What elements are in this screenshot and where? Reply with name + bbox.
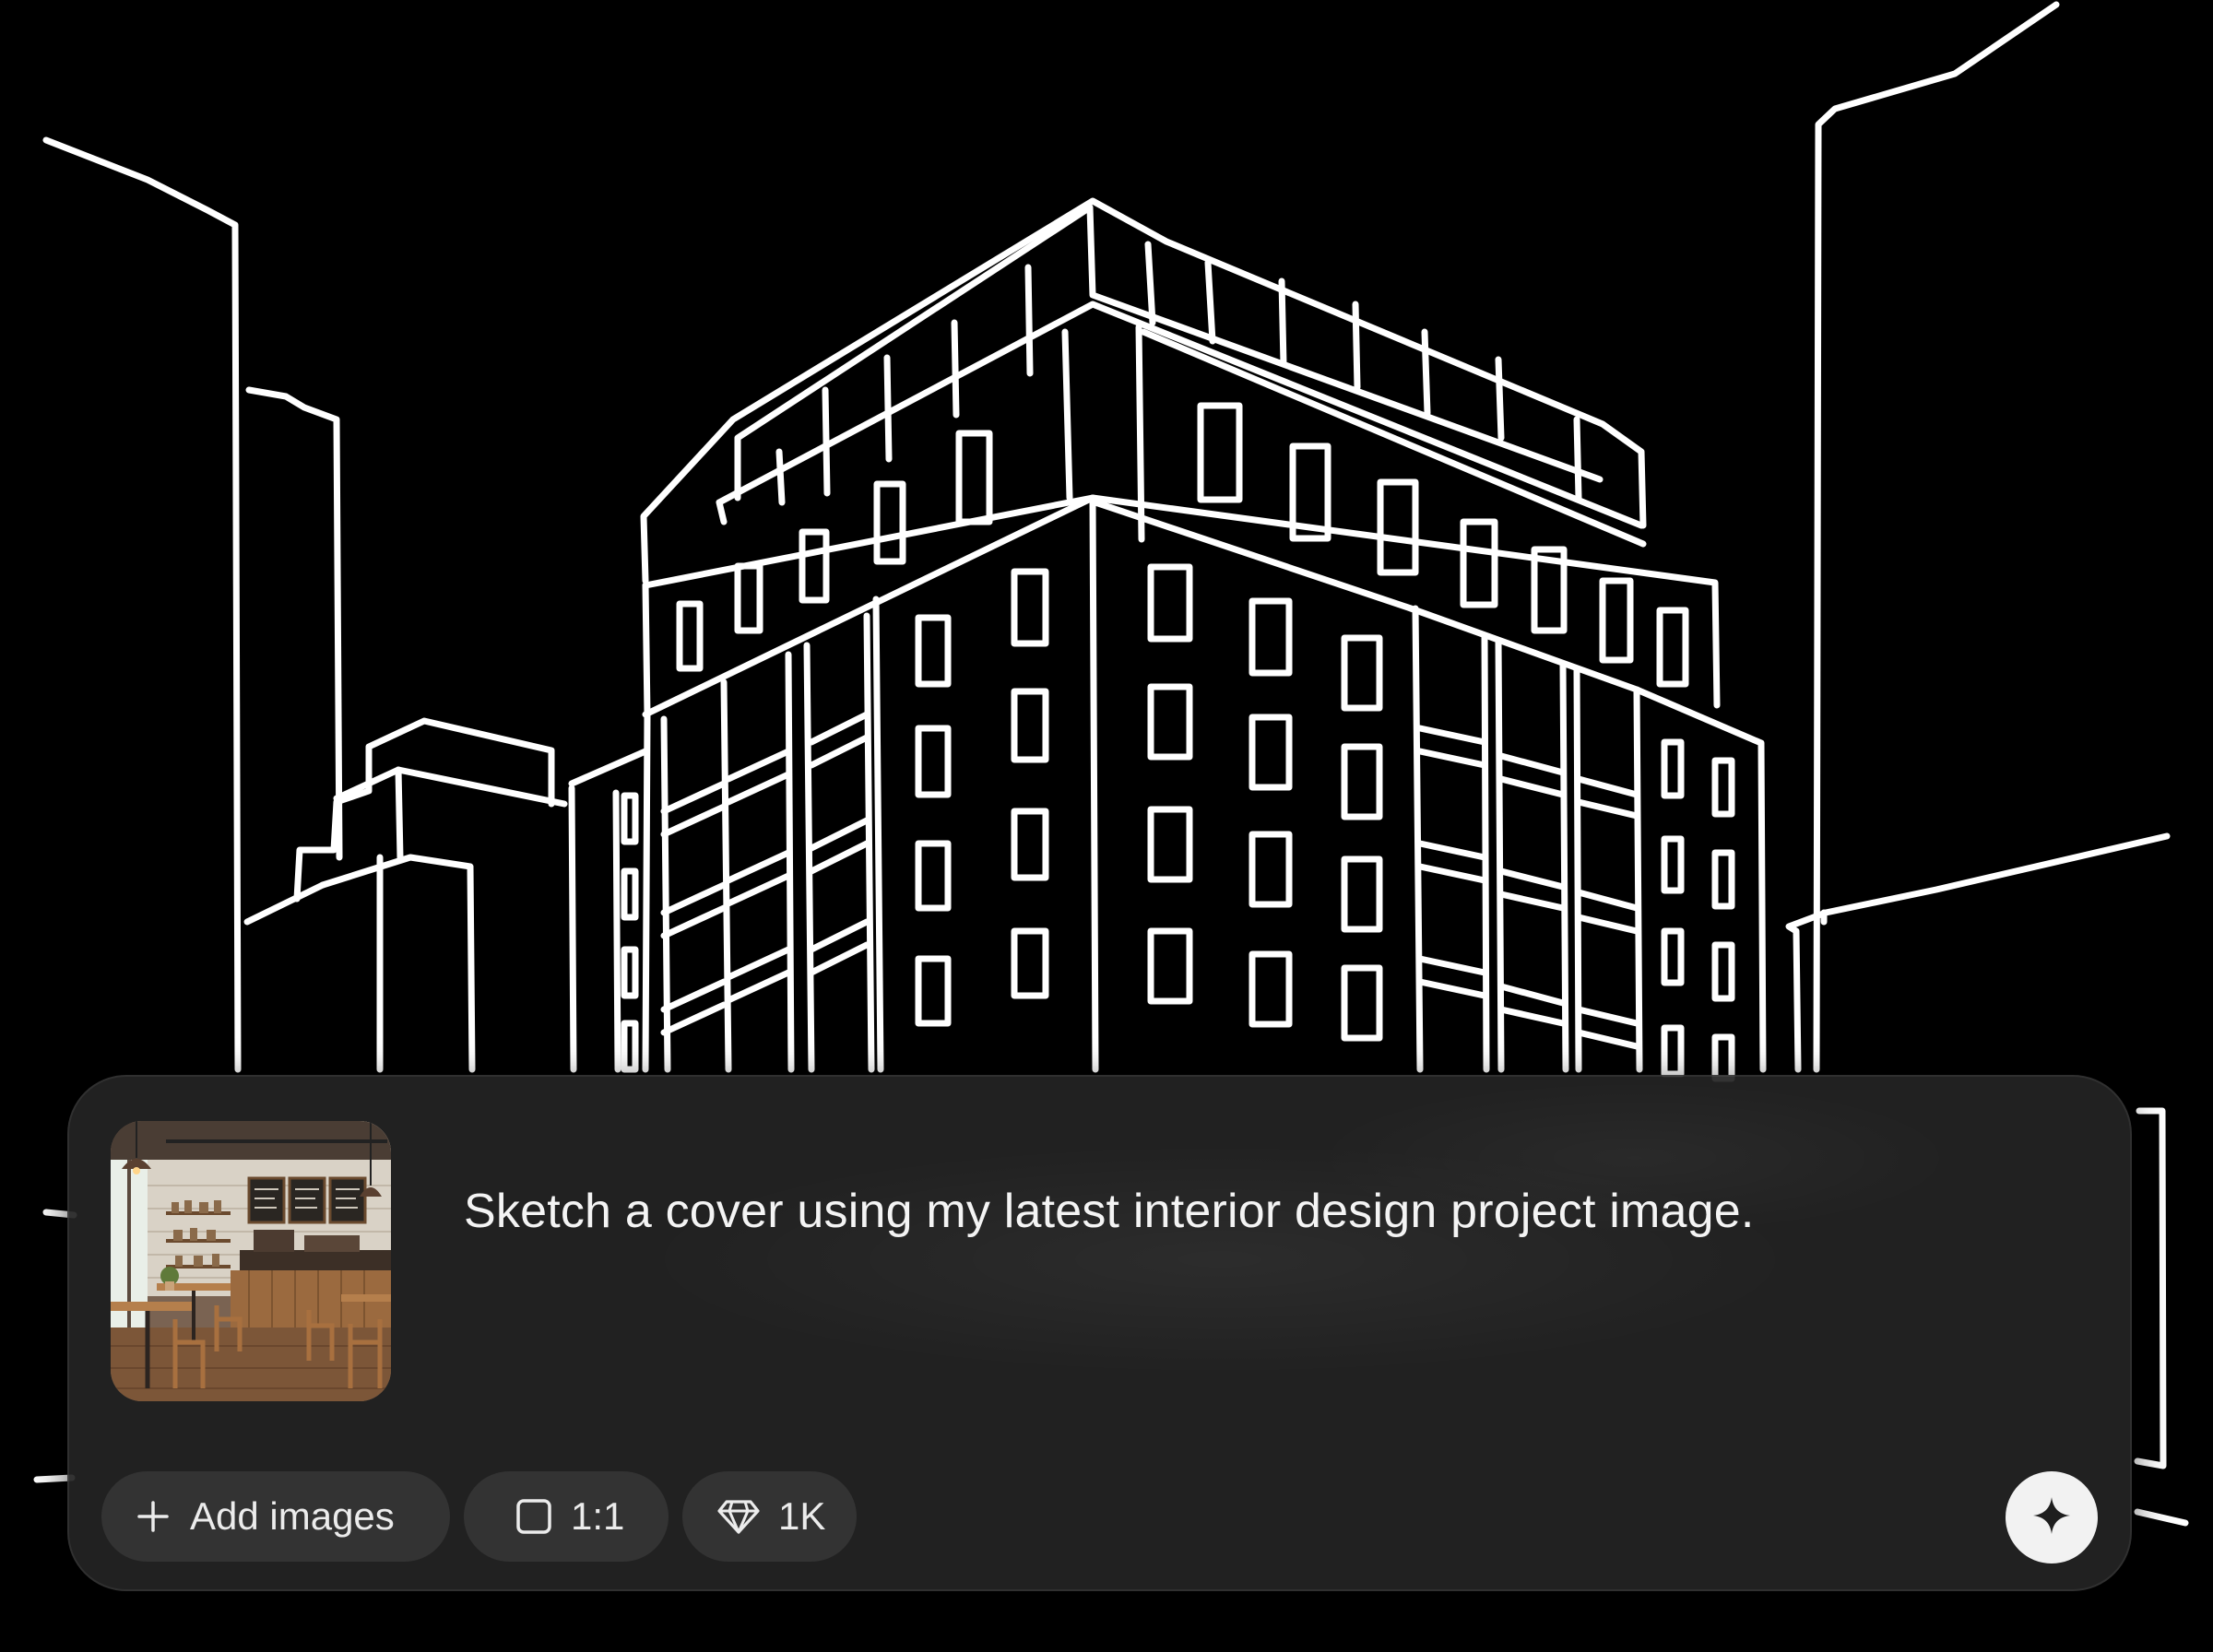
aspect-ratio-label: 1:1: [571, 1494, 625, 1538]
add-images-label: Add images: [190, 1494, 395, 1538]
plus-icon: [135, 1498, 172, 1535]
add-images-button[interactable]: Add images: [101, 1471, 450, 1562]
prompt-composer: Sketch a cover using my latest interior …: [67, 1075, 2132, 1591]
sparkle-icon: [2031, 1495, 2072, 1540]
cafe-interior-image: [111, 1121, 391, 1401]
prompt-text[interactable]: Sketch a cover using my latest interior …: [464, 1184, 1755, 1239]
canvas: Sketch a cover using my latest interior …: [0, 0, 2213, 1652]
generate-button[interactable]: [2006, 1471, 2098, 1564]
square-icon: [515, 1498, 552, 1535]
resolution-selector[interactable]: 1K: [682, 1471, 857, 1562]
attached-image-thumbnail[interactable]: [111, 1121, 391, 1401]
diamond-icon: [717, 1498, 760, 1535]
resolution-label: 1K: [778, 1494, 826, 1538]
aspect-ratio-selector[interactable]: 1:1: [464, 1471, 669, 1562]
